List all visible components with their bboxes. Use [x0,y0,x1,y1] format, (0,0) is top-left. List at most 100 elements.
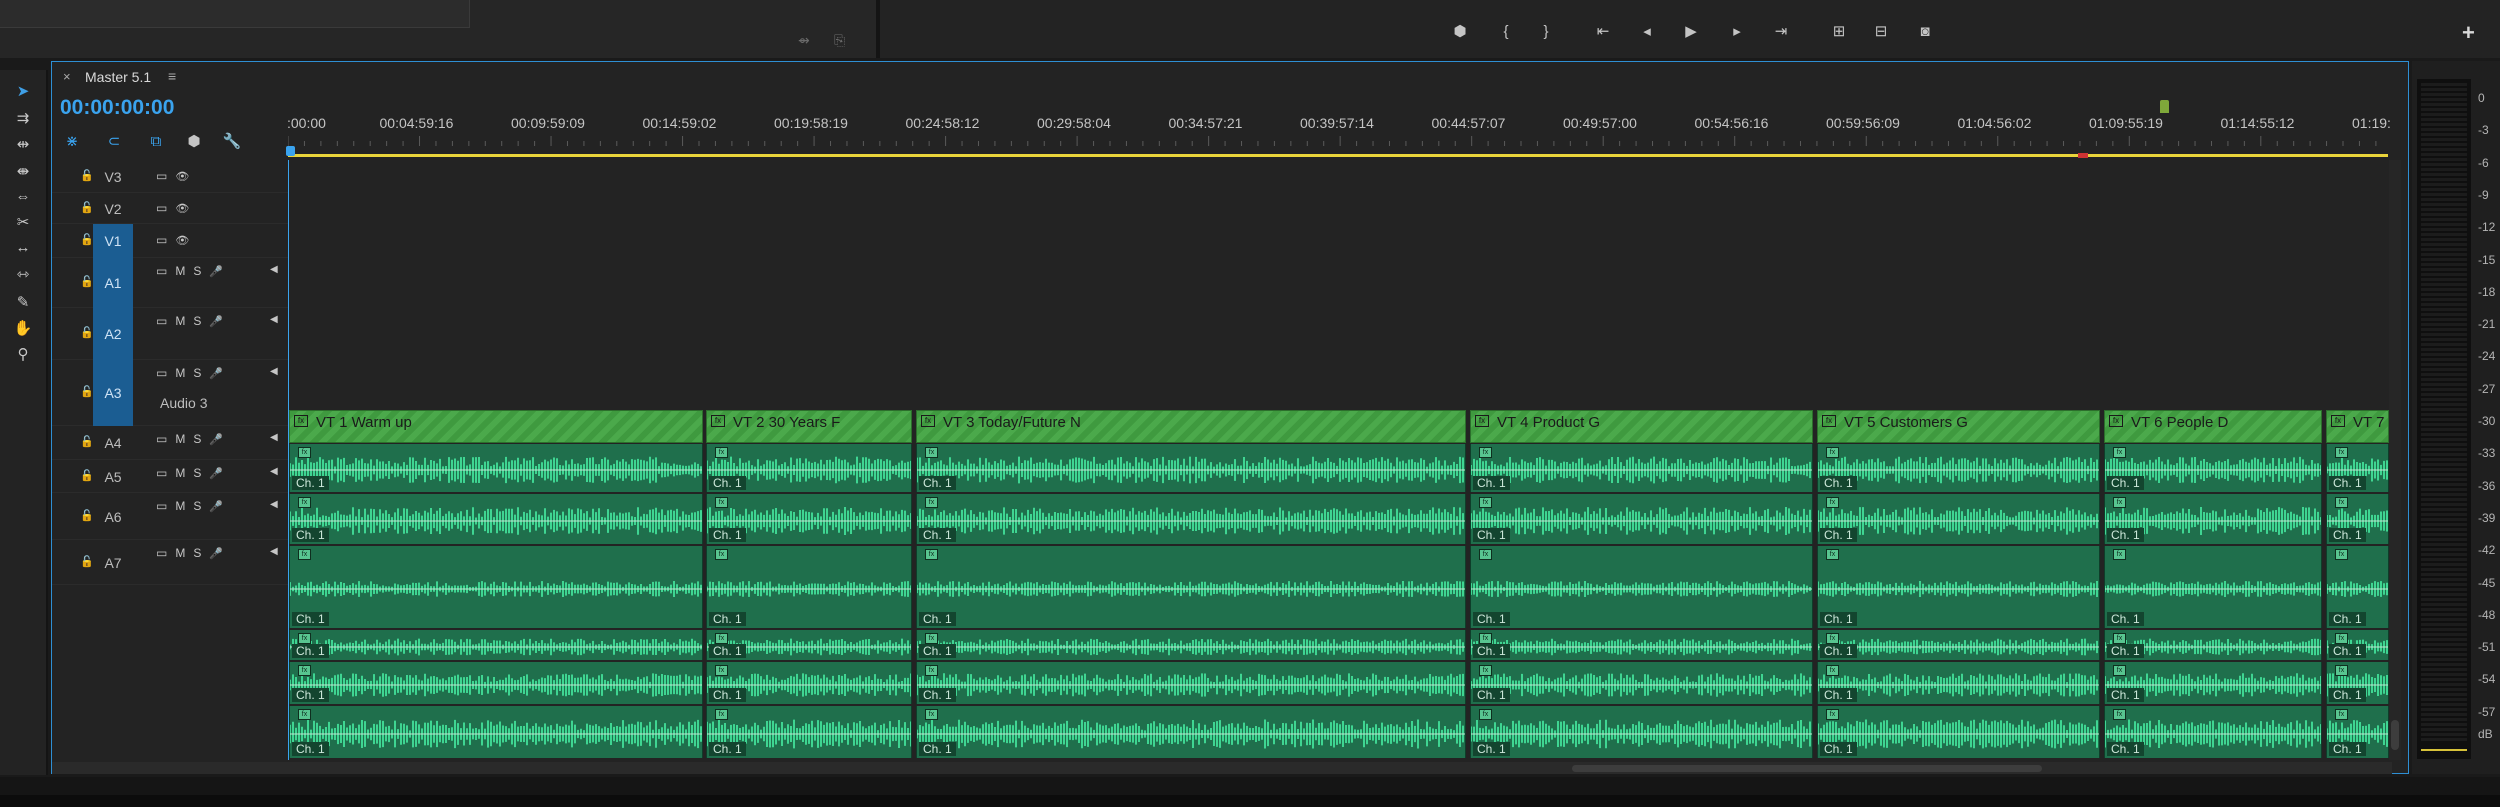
rolling-edit-tool-icon[interactable]: ⇼ [10,160,36,182]
audio-clip[interactable]: fx Ch. 1 [2326,444,2389,492]
voice-over-mic-icon[interactable]: 🎤 [209,547,223,560]
video-clip[interactable]: fx VT 6 People D [2104,410,2322,443]
eye-icon[interactable]: 👁 [175,202,189,215]
vertical-scrollbar[interactable] [2389,160,2401,760]
selection-tool-icon[interactable]: ➤ [10,80,36,102]
track-target-a3[interactable]: A3 [93,360,133,426]
audio-clip[interactable]: fx Ch. 1 [916,444,1466,492]
sequence-marker[interactable] [2160,100,2169,113]
lock-icon[interactable]: 🔓 [80,233,94,246]
sync-lock-icon[interactable]: ▭ [156,264,167,278]
expand-arrow-icon[interactable]: ◀ [270,432,278,443]
lock-icon[interactable]: 🔓 [80,326,94,339]
audio-clip[interactable]: fx Ch. 1 [916,546,1466,628]
audio-clip[interactable]: fx Ch. 1 [289,706,703,758]
sync-lock-icon[interactable]: ▭ [156,366,167,380]
expand-arrow-icon[interactable]: ◀ [270,264,278,275]
audio-clip[interactable]: fx Ch. 1 [706,444,912,492]
audio-clip[interactable]: fx Ch. 1 [1817,630,2100,660]
voice-over-mic-icon[interactable]: 🎤 [209,315,223,328]
video-clip[interactable]: fx VT 2 30 Years F [706,410,912,443]
video-clip[interactable]: fx VT 1 Warm up [289,410,703,443]
mute-button[interactable]: M [175,432,185,446]
audio-clip[interactable]: fx Ch. 1 [2104,546,2322,628]
nest-toggle-icon[interactable]: ⋇ [60,130,84,152]
export-frame-icon[interactable]: ◙ [1912,18,1938,44]
audio-clip[interactable]: fx Ch. 1 [1817,546,2100,628]
sync-lock-icon[interactable]: ▭ [156,314,167,328]
audio-clip[interactable]: fx Ch. 1 [289,630,703,660]
track-target-a6[interactable]: A6 [93,493,133,540]
mark-in-icon[interactable]: { [1493,18,1519,44]
hand-tool-icon[interactable]: ✋ [10,317,36,339]
audio-clip[interactable]: fx Ch. 1 [706,706,912,758]
track-target-v3[interactable]: V3 [93,160,133,193]
timeline-settings-icon[interactable]: 🔧 [220,130,244,152]
video-clip[interactable]: fx VT 4 Product G [1470,410,1813,443]
audio-clip[interactable]: fx Ch. 1 [289,494,703,544]
horizontal-scroll-thumb[interactable] [1572,765,2042,772]
track-target-a7[interactable]: A7 [93,540,133,585]
sync-lock-icon[interactable]: ▭ [156,169,167,183]
voice-over-mic-icon[interactable]: 🎤 [209,367,223,380]
tracks-area[interactable]: fx VT 1 Warm up fx VT 2 30 Years F fx VT 3 To… [288,160,2389,760]
audio-clip[interactable]: fx Ch. 1 [916,630,1466,660]
linked-selection-icon[interactable]: ⧉ [144,130,168,152]
horizontal-scrollbar[interactable] [52,762,2392,774]
video-clip[interactable]: fx VT 7 [2326,410,2389,443]
lock-icon[interactable]: 🔓 [80,555,94,568]
sync-lock-icon[interactable]: ▭ [156,432,167,446]
slip-tool-icon[interactable]: ↔ [10,236,36,258]
close-tab-icon[interactable]: × [63,69,71,84]
audio-clip[interactable]: fx Ch. 1 [2104,662,2322,704]
add-marker-icon[interactable]: ⬢ [182,130,206,152]
track-target-a5[interactable]: A5 [93,460,133,493]
button-editor-plus-icon[interactable]: + [2462,20,2475,46]
audio-clip[interactable]: fx Ch. 1 [1470,630,1813,660]
audio-clip[interactable]: fx Ch. 1 [706,662,912,704]
mute-button[interactable]: M [175,466,185,480]
audio-clip[interactable]: fx Ch. 1 [916,662,1466,704]
track-target-a2[interactable]: A2 [93,308,133,360]
step-forward-icon[interactable]: ▸ [1724,18,1750,44]
add-marker-icon[interactable]: ⬢ [1447,18,1473,44]
audio-clip[interactable]: fx Ch. 1 [2104,706,2322,758]
track-select-tool-icon[interactable]: ⇉ [10,107,36,129]
audio-clip[interactable]: fx Ch. 1 [916,706,1466,758]
go-to-in-icon[interactable]: ⇤ [1590,18,1616,44]
audio-clip[interactable]: fx Ch. 1 [1470,546,1813,628]
expand-arrow-icon[interactable]: ◀ [270,466,278,477]
mark-out-icon[interactable]: } [1533,18,1559,44]
voice-over-mic-icon[interactable]: 🎤 [209,433,223,446]
audio-clip[interactable]: fx Ch. 1 [1470,494,1813,544]
audio-clip[interactable]: fx Ch. 1 [2326,546,2389,628]
lock-icon[interactable]: 🔓 [80,435,94,448]
mute-button[interactable]: M [175,499,185,513]
audio-clip[interactable]: fx Ch. 1 [1470,706,1813,758]
track-target-a1[interactable]: A1 [93,258,133,308]
audio-clip[interactable]: fx Ch. 1 [2326,494,2389,544]
vertical-scroll-thumb[interactable] [2391,720,2399,750]
track-target-v2[interactable]: V2 [93,193,133,224]
mute-button[interactable]: M [175,314,185,328]
audio-clip[interactable]: fx Ch. 1 [289,444,703,492]
lock-icon[interactable]: 🔓 [80,169,94,182]
time-ruler[interactable]: :00:00 00:04:59:16 00:09:59:09 00:14:59:02 0… [286,100,2391,160]
lock-icon[interactable]: 🔓 [80,275,94,288]
mute-button[interactable]: M [175,546,185,560]
track-target-v1[interactable]: V1 [93,224,133,258]
audio-clip[interactable]: fx Ch. 1 [2104,630,2322,660]
voice-over-mic-icon[interactable]: 🎤 [209,265,223,278]
voice-over-mic-icon[interactable]: 🎤 [209,467,223,480]
lock-icon[interactable]: 🔓 [80,469,94,482]
expand-arrow-icon[interactable]: ◀ [270,546,278,557]
sync-lock-icon[interactable]: ▭ [156,233,167,247]
razor-tool-icon[interactable]: ✂ [10,211,36,233]
solo-button[interactable]: S [193,314,201,328]
audio-clip[interactable]: fx Ch. 1 [2326,662,2389,704]
sync-lock-icon[interactable]: ▭ [156,546,167,560]
ripple-edit-tool-icon[interactable]: ⇹ [10,133,36,155]
work-area-bar[interactable] [288,154,2388,157]
solo-button[interactable]: S [193,264,201,278]
sync-lock-icon[interactable]: ▭ [156,499,167,513]
